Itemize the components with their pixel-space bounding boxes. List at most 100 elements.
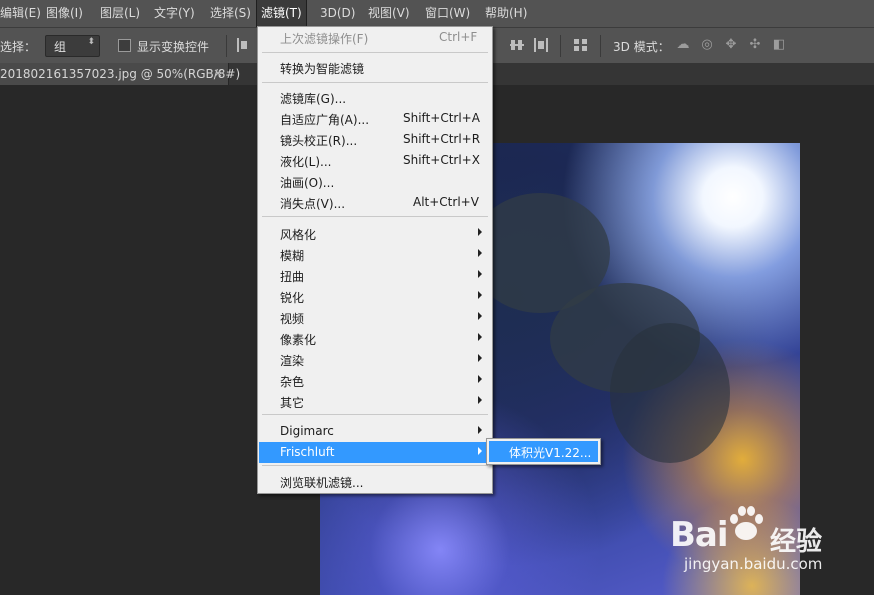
menu-item-shortcut: Shift+Ctrl+R (403, 132, 481, 146)
menu-item-convert-smart-filter[interactable]: 转换为智能滤镜 (259, 57, 491, 78)
menu-item-browse-online-filters[interactable]: 浏览联机滤镜... (259, 471, 491, 492)
submenu-arrow-icon (478, 312, 482, 320)
menu-select[interactable]: 选择(S) (210, 0, 251, 27)
roll-3d-icon[interactable]: ◎ (699, 37, 715, 53)
menu-item-label: 模糊 (280, 249, 305, 263)
show-transform-checkbox[interactable] (118, 39, 131, 52)
auto-select-value: 组 (54, 40, 67, 54)
menu-separator (262, 82, 488, 83)
menu-separator (262, 465, 488, 466)
menu-item-pixelate[interactable]: 像素化 (259, 328, 491, 349)
drag-3d-icon[interactable]: ✥ (723, 37, 739, 53)
menu-item-label: Frischluft (280, 445, 335, 459)
document-tab[interactable]: 201802161357023.jpg @ 50%(RGB/8#) × (0, 63, 240, 85)
menu-view[interactable]: 视图(V) (368, 0, 410, 27)
menu-item-label: 视频 (280, 312, 305, 326)
menu-item-label: 锐化 (280, 291, 305, 305)
submenu-arrow-icon (478, 426, 482, 434)
submenu-arrow-icon (478, 270, 482, 278)
divider (560, 35, 561, 57)
menu-item-label: 转换为智能滤镜 (280, 62, 365, 76)
menu-item-adaptive-wide-angle[interactable]: 自适应广角(A)... Shift+Ctrl+A (259, 108, 491, 129)
menu-item-label: 液化(L)... (280, 155, 332, 169)
baidu-paw-icon (730, 506, 763, 540)
distribute-horizontal-icon[interactable] (534, 37, 548, 53)
updown-arrows-icon: ⬍ (87, 37, 95, 47)
submenu-arrow-icon (478, 354, 482, 362)
submenu-arrow-icon (478, 447, 482, 455)
menu-item-liquify[interactable]: 液化(L)... Shift+Ctrl+X (259, 150, 491, 171)
menu-item-label: 自适应广角(A)... (280, 113, 370, 127)
menu-type[interactable]: 文字(Y) (154, 0, 195, 27)
menu-item-label: 消失点(V)... (280, 197, 346, 211)
document-tab-title: 201802161357023.jpg @ 50%(RGB/8#) (0, 67, 241, 81)
menu-item-digimarc[interactable]: Digimarc (259, 421, 491, 442)
auto-align-layers-icon[interactable] (574, 37, 588, 53)
align-vertical-center-icon[interactable] (510, 37, 524, 53)
menu-3d[interactable]: 3D(D) (320, 0, 355, 27)
menu-separator (262, 216, 488, 217)
baidu-jingyan-watermark: Bai 经验 jingyan.baidu.com (670, 495, 830, 585)
menu-item-shortcut: Ctrl+F (439, 30, 478, 44)
menu-item-last-filter[interactable]: 上次滤镜操作(F) Ctrl+F (259, 27, 491, 48)
watermark-url: jingyan.baidu.com (684, 555, 823, 573)
menu-item-label: 上次滤镜操作(F) (280, 32, 369, 46)
align-left-icon[interactable] (237, 37, 251, 53)
auto-select-label: 选择： (0, 40, 37, 54)
menu-item-stylize[interactable]: 风格化 (259, 223, 491, 244)
close-tab-icon[interactable]: × (213, 66, 223, 80)
menu-item-frischluft[interactable]: Frischluft (259, 442, 491, 463)
menu-item-lens-correction[interactable]: 镜头校正(R)... Shift+Ctrl+R (259, 129, 491, 150)
menu-item-label: 渲染 (280, 354, 305, 368)
auto-select-dropdown[interactable]: 组 ⬍ (45, 35, 100, 57)
submenu-arrow-icon (478, 228, 482, 236)
menu-item-vanishing-point[interactable]: 消失点(V)... Alt+Ctrl+V (259, 192, 491, 213)
menu-item-filter-gallery[interactable]: 滤镜库(G)... (259, 87, 491, 108)
scale-3d-icon[interactable]: ◧ (771, 37, 787, 53)
slide-3d-icon[interactable]: ✣ (747, 37, 763, 53)
divider (600, 35, 601, 57)
menu-help[interactable]: 帮助(H) (485, 0, 527, 27)
submenu-arrow-icon (478, 249, 482, 257)
submenu-arrow-icon (478, 375, 482, 383)
rotate-3d-icon[interactable]: ☁ (675, 37, 691, 53)
menu-item-other[interactable]: 其它 (259, 391, 491, 412)
menu-item-label: 扭曲 (280, 270, 305, 284)
menu-item-label: 体积光V1.22... (509, 446, 592, 460)
menu-filter[interactable]: 滤镜(T) (256, 0, 307, 28)
menu-item-label: 其它 (280, 396, 305, 410)
menu-item-sharpen[interactable]: 锐化 (259, 286, 491, 307)
divider (226, 35, 227, 57)
filter-menu: 上次滤镜操作(F) Ctrl+F 转换为智能滤镜 滤镜库(G)... 自适应广角… (257, 26, 493, 494)
show-transform-label: 显示变换控件 (137, 40, 210, 54)
menu-window[interactable]: 窗口(W) (425, 0, 470, 27)
submenu-arrow-icon (478, 291, 482, 299)
menubar: 编辑(E) 图像(I) 图层(L) 文字(Y) 选择(S) 滤镜(T) 3D(D… (0, 0, 874, 28)
menu-item-oil-paint[interactable]: 油画(O)... (259, 171, 491, 192)
menu-item-label: 油画(O)... (280, 176, 335, 190)
menu-edit[interactable]: 编辑(E) (0, 0, 41, 27)
menu-item-distort[interactable]: 扭曲 (259, 265, 491, 286)
photo-tree-shape (610, 323, 730, 463)
submenu-arrow-icon (478, 333, 482, 341)
menu-item-label: 浏览联机滤镜... (280, 476, 364, 490)
menu-item-label: 滤镜库(G)... (280, 92, 347, 106)
submenu-arrow-icon (478, 396, 482, 404)
menu-item-label: 杂色 (280, 375, 305, 389)
menu-item-label: Digimarc (280, 424, 334, 438)
menu-separator (262, 52, 488, 53)
3d-mode-label: 3D 模式： (613, 40, 670, 54)
menu-layer[interactable]: 图层(L) (100, 0, 140, 27)
menu-item-volumetric-light[interactable]: 体积光V1.22... (489, 441, 598, 462)
frischluft-submenu: 体积光V1.22... (486, 438, 601, 465)
menu-item-shortcut: Shift+Ctrl+X (403, 153, 480, 167)
menu-item-shortcut: Alt+Ctrl+V (413, 195, 479, 209)
menu-item-noise[interactable]: 杂色 (259, 370, 491, 391)
menu-item-label: 像素化 (280, 333, 317, 347)
menu-item-blur[interactable]: 模糊 (259, 244, 491, 265)
menu-item-label: 风格化 (280, 228, 317, 242)
menu-item-render[interactable]: 渲染 (259, 349, 491, 370)
menu-item-shortcut: Shift+Ctrl+A (403, 111, 480, 125)
menu-item-video[interactable]: 视频 (259, 307, 491, 328)
menu-image[interactable]: 图像(I) (46, 0, 83, 27)
